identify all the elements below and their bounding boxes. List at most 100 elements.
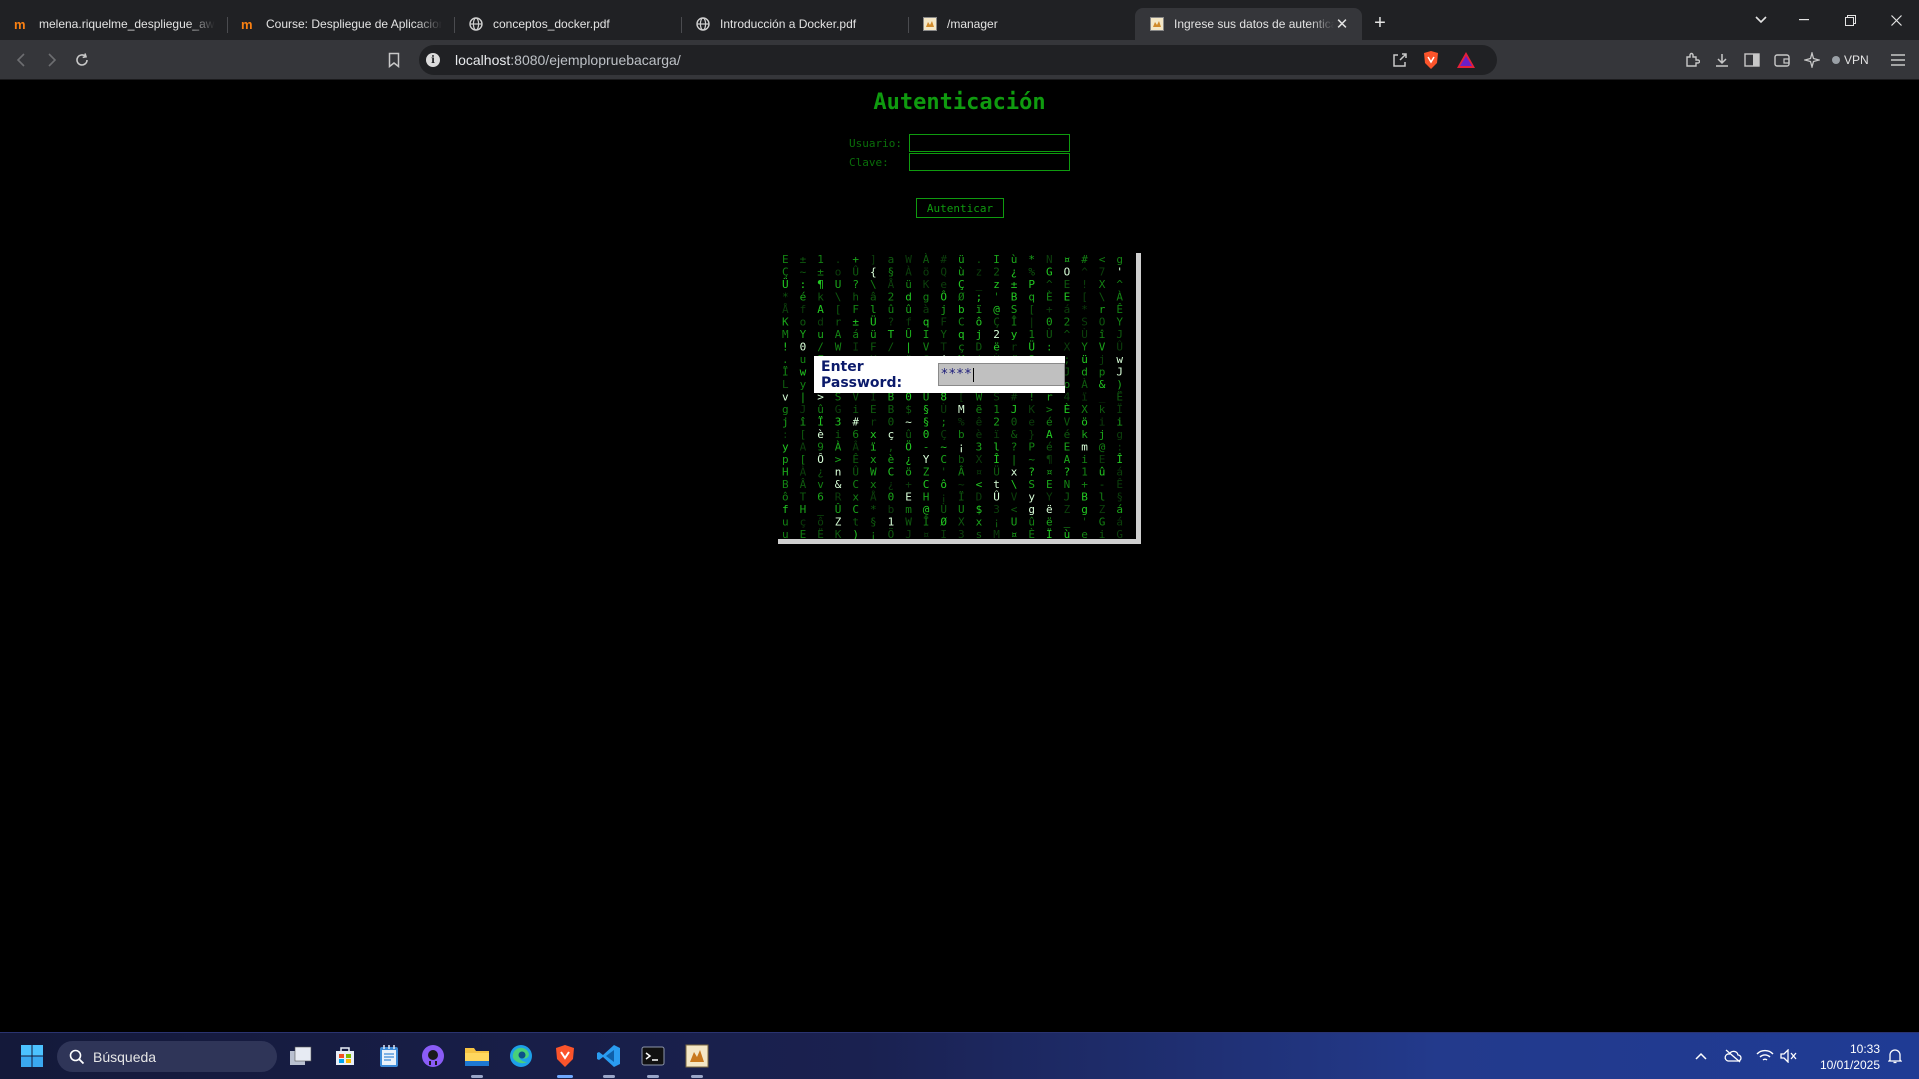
ms-store-icon[interactable]: [332, 1043, 358, 1069]
matrix-glyph: ù: [958, 266, 965, 279]
forward-icon[interactable]: [39, 48, 63, 72]
matrix-glyph: ¡: [940, 491, 947, 504]
matrix-glyph: m: [905, 503, 912, 516]
matrix-glyph: r: [835, 316, 842, 329]
close-tab-icon[interactable]: ✕: [1334, 15, 1350, 33]
matrix-glyph: U: [1011, 516, 1018, 529]
matrix-glyph: Å: [870, 491, 877, 504]
file-explorer-icon[interactable]: [464, 1043, 490, 1069]
notepad-icon[interactable]: [376, 1043, 402, 1069]
matrix-glyph: 2: [888, 291, 895, 304]
share-icon[interactable]: [1391, 51, 1409, 74]
matrix-glyph: x: [976, 516, 983, 529]
matrix-glyph: ': [940, 466, 947, 479]
tray-overflow-chevron-icon[interactable]: [1692, 1047, 1710, 1065]
matrix-glyph: 1: [817, 253, 824, 266]
wifi-icon[interactable]: [1756, 1047, 1774, 1065]
tab-5[interactable]: Ingrese sus datos de autenticac ✕: [1135, 8, 1362, 40]
matrix-glyph: i: [835, 428, 842, 441]
taskbar-search[interactable]: Búsqueda: [57, 1041, 277, 1072]
wallet-icon[interactable]: [1770, 48, 1794, 72]
matrix-glyph: ^: [1116, 278, 1123, 291]
terminal-icon[interactable]: [640, 1043, 666, 1069]
password-input[interactable]: [909, 153, 1070, 171]
restore-icon[interactable]: [1827, 0, 1873, 40]
matrix-glyph: Ö: [905, 441, 912, 454]
onedrive-offline-icon[interactable]: [1724, 1047, 1742, 1065]
username-input[interactable]: [909, 134, 1070, 152]
matrix-glyph: ;: [976, 291, 983, 304]
matrix-glyph: [: [835, 303, 842, 316]
matrix-glyph: é: [1046, 441, 1053, 454]
github-icon[interactable]: [420, 1043, 446, 1069]
matrix-glyph: ^: [1064, 328, 1071, 341]
matrix-glyph: @: [993, 303, 1000, 316]
matrix-glyph: ü: [958, 253, 965, 266]
running-indicator: [471, 1075, 483, 1078]
windows-start-icon[interactable]: [19, 1043, 45, 1069]
tab-2[interactable]: conceptos_docker.pdf: [454, 8, 681, 40]
task-view-icon[interactable]: [288, 1043, 314, 1069]
tab-3[interactable]: Introducción a Docker.pdf: [681, 8, 908, 40]
brave-shield-icon[interactable]: [1422, 50, 1440, 75]
vpn-status-icon: [1832, 56, 1840, 64]
tab-search-chevron-icon[interactable]: [1741, 0, 1781, 40]
matrix-glyph: d: [1081, 366, 1088, 379]
password-prompt-label: Enter Password:: [821, 358, 903, 391]
applet-password-input[interactable]: ****: [937, 363, 1065, 386]
new-tab-button[interactable]: +: [1366, 9, 1394, 37]
minimize-icon[interactable]: [1781, 0, 1827, 40]
matrix-glyph: ,: [888, 441, 895, 454]
sidebar-icon[interactable]: [1740, 48, 1764, 72]
vscode-icon[interactable]: [596, 1043, 622, 1069]
matrix-glyph: é: [800, 291, 807, 304]
vpn-button[interactable]: VPN: [1832, 49, 1869, 71]
matrix-glyph: C: [888, 466, 895, 479]
matrix-glyph: i: [1116, 416, 1123, 429]
leo-ai-icon[interactable]: [1800, 48, 1824, 72]
matrix-glyph: I: [940, 528, 947, 539]
extensions-icon[interactable]: [1680, 48, 1704, 72]
authenticate-button[interactable]: Autenticar: [916, 198, 1004, 218]
vpn-label: VPN: [1844, 53, 1869, 67]
download-icon[interactable]: [1710, 48, 1734, 72]
brave-rewards-icon[interactable]: [1456, 51, 1476, 74]
matrix-glyph: h: [852, 291, 859, 304]
bookmark-icon[interactable]: [382, 48, 406, 72]
matrix-glyph: +: [1046, 303, 1053, 316]
menu-icon[interactable]: [1886, 48, 1910, 72]
matrix-glyph: Ø: [958, 291, 965, 304]
matrix-glyph: é: [1064, 428, 1071, 441]
brave-browser-icon[interactable]: [552, 1043, 578, 1069]
tab-4[interactable]: /manager: [908, 8, 1135, 40]
volume-muted-icon[interactable]: [1780, 1047, 1798, 1065]
matrix-glyph: G: [1046, 266, 1053, 279]
matrix-glyph: ): [852, 528, 859, 539]
matrix-glyph: S: [1028, 478, 1035, 491]
tab-1[interactable]: m Course: Despliegue de Aplicaciones: [227, 8, 454, 40]
matrix-glyph: o: [800, 316, 807, 329]
system-clock[interactable]: 10:33 10/01/2025: [1812, 1041, 1880, 1073]
address-bar[interactable]: i localhost:8080/ejemplopruebacarga/: [419, 45, 1497, 75]
matrix-glyph: û: [905, 428, 912, 441]
matrix-glyph: Ü: [782, 278, 789, 291]
matrix-glyph: 6: [817, 491, 824, 504]
tab-0[interactable]: m melena.riquelme_despliegue_aw: Pr: [0, 8, 227, 40]
reload-icon[interactable]: [70, 48, 94, 72]
notifications-bell-icon[interactable]: [1886, 1047, 1904, 1065]
back-icon[interactable]: [10, 48, 34, 72]
matrix-glyph: é: [1046, 416, 1053, 429]
matrix-glyph: 1: [993, 403, 1000, 416]
edge-icon[interactable]: [508, 1043, 534, 1069]
java-applet-icon[interactable]: [684, 1043, 710, 1069]
close-window-icon[interactable]: [1873, 0, 1919, 40]
matrix-glyph: *: [1081, 303, 1088, 316]
matrix-glyph: g: [923, 291, 930, 304]
matrix-glyph: #: [1081, 253, 1088, 266]
site-info-icon[interactable]: i: [426, 53, 440, 67]
matrix-glyph: C: [852, 478, 859, 491]
matrix-glyph: Ü: [870, 316, 877, 329]
matrix-glyph: b: [958, 303, 965, 316]
matrix-glyph: ¿: [817, 466, 824, 479]
matrix-glyph: Ç: [940, 428, 947, 441]
